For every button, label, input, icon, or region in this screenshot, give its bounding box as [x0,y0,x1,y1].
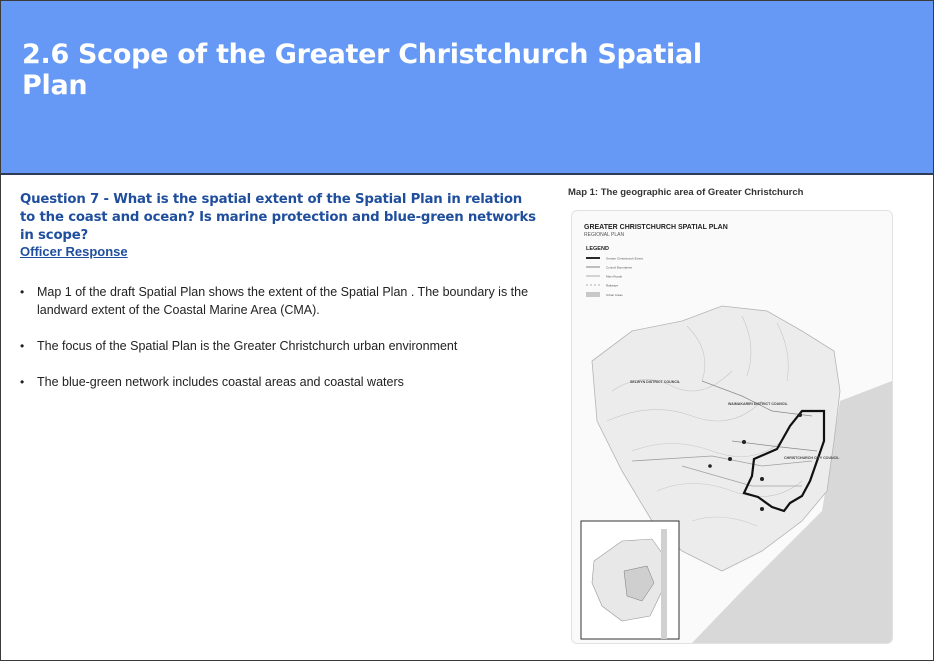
legend-item: Railways [606,284,619,288]
list-item: • Map 1 of the draft Spatial Plan shows t… [20,283,530,319]
map-caption: Map 1: The geographic area of Greater Ch… [568,187,804,198]
selwyn-label: SELWYN DISTRICT COUNCIL [630,380,681,384]
slide-title: 2.6 Scope of the Greater Christchurch Sp… [22,39,702,101]
list-item: • The blue-green network includes coastal… [20,373,530,391]
waimakariri-label: WAIMAKARIRI DISTRICT COUNCIL [728,402,788,406]
bullet-icon: • [20,375,25,389]
map-svg: GREATER CHRISTCHURCH SPATIAL PLAN REGION… [580,224,892,643]
legend-item: Council Boundaries [606,266,633,270]
map-legend: LEGEND Greater Christchurch Extent Counc… [586,246,643,297]
legend-item: Main Roads [606,275,623,279]
christchurch-label: CHRISTCHURCH CITY COUNCIL [784,456,840,460]
inset-map [580,520,680,640]
map-image: GREATER CHRISTCHURCH SPATIAL PLAN REGION… [571,210,893,644]
bullet-text: Map 1 of the draft Spatial Plan shows th… [37,285,529,317]
map-title: GREATER CHRISTCHURCH SPATIAL PLAN [584,224,728,231]
legend-item: Urban Areas [606,293,623,297]
legend-item: Greater Christchurch Extent [606,257,643,261]
bullet-icon: • [20,285,25,299]
slide: 2.6 Scope of the Greater Christchurch Sp… [0,0,934,661]
officer-response-heading: Officer Response [20,244,128,259]
bullet-text: The blue-green network includes coastal … [37,375,404,389]
map-subtitle: REGIONAL PLAN [584,232,624,238]
response-bullet-list: • Map 1 of the draft Spatial Plan shows t… [20,283,530,409]
question-text: Question 7 - What is the spatial extent … [20,192,536,243]
legend-title: LEGEND [586,246,609,252]
bullet-icon: • [20,339,25,353]
bullet-text: The focus of the Spatial Plan is the Gre… [37,339,458,353]
list-item: • The focus of the Spatial Plan is the Gr… [20,337,530,355]
slide-header: 2.6 Scope of the Greater Christchurch Sp… [1,1,933,175]
